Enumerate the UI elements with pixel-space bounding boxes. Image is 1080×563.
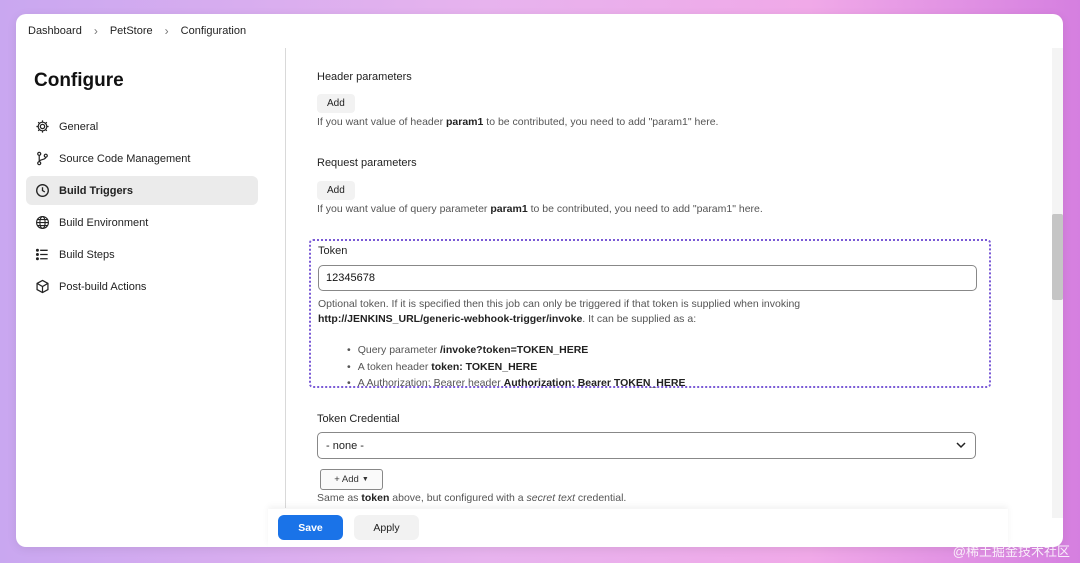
- list-item: A token header token: TOKEN_HERE: [347, 359, 685, 376]
- clock-icon: [34, 183, 50, 199]
- help-text: Query parameter: [357, 344, 440, 356]
- help-text: A token header: [357, 360, 432, 373]
- apply-button[interactable]: Apply: [354, 515, 419, 540]
- help-text: A Authorization: Bearer header: [357, 377, 504, 389]
- cube-icon: [34, 279, 50, 295]
- divider: [285, 48, 286, 508]
- watermark: @稀土掘金技术社区: [952, 544, 1070, 559]
- token-help: Optional token. If it is specified then …: [318, 297, 988, 327]
- help-text: If you want value of header: [317, 116, 446, 128]
- help-bold: token: TOKEN_HERE: [431, 360, 538, 373]
- help-text: If you want value of query parameter: [317, 203, 491, 215]
- help-bold: /invoke?token=TOKEN_HERE: [439, 344, 589, 356]
- breadcrumb-dashboard[interactable]: Dashboard: [28, 25, 82, 37]
- add-header-parameter-button[interactable]: Add: [317, 94, 355, 113]
- save-button[interactable]: Save: [278, 515, 343, 540]
- scrollbar-thumb[interactable]: [1052, 214, 1063, 300]
- help-text: credential.: [574, 492, 627, 504]
- list-icon: [34, 247, 50, 263]
- help-italic: secret text: [526, 492, 575, 504]
- form-footer: Save Apply: [268, 509, 1008, 547]
- chevron-right-icon: ›: [93, 24, 98, 38]
- header-parameters-label: Header parameters: [317, 71, 412, 83]
- help-bold: Authorization: Bearer TOKEN_HERE: [503, 377, 686, 389]
- token-credential-label: Token Credential: [317, 413, 400, 425]
- sidebar-item-build-steps[interactable]: Build Steps: [26, 240, 258, 269]
- gear-icon: [34, 119, 50, 135]
- token-credential-help: Same as token above, but configured with…: [317, 492, 626, 504]
- help-bold: token: [361, 492, 390, 504]
- header-parameters-help: If you want value of header param1 to be…: [317, 116, 718, 128]
- sidebar: Configure General Source Code Management…: [16, 48, 276, 547]
- sidebar-item-general[interactable]: General: [26, 112, 258, 141]
- breadcrumb-configuration[interactable]: Configuration: [181, 25, 246, 37]
- breadcrumb-petstore[interactable]: PetStore: [110, 25, 153, 37]
- select-value: - none -: [326, 439, 364, 452]
- request-parameters-help: If you want value of query parameter par…: [317, 203, 763, 215]
- button-label: + Add: [334, 474, 359, 485]
- token-url: http://JENKINS_URL/generic-webhook-trigg…: [318, 313, 583, 325]
- sidebar-item-label: Source Code Management: [59, 152, 191, 165]
- token-credential-select[interactable]: - none -: [317, 432, 976, 459]
- sidebar-item-build-triggers[interactable]: Build Triggers: [26, 176, 258, 205]
- help-bold: param1: [490, 203, 528, 215]
- help-text: Optional token. If it is specified then …: [318, 298, 801, 310]
- build-triggers-form: Header parameters Add If you want value …: [301, 48, 1001, 508]
- caret-down-icon: ▼: [361, 476, 369, 483]
- help-text: . It can be supplied as a:: [582, 313, 697, 325]
- globe-icon: [34, 215, 50, 231]
- help-text: Same as: [317, 492, 362, 504]
- sidebar-item-label: Post-build Actions: [59, 280, 147, 293]
- token-options-list: Query parameter /invoke?token=TOKEN_HERE…: [347, 342, 686, 392]
- list-item: A Authorization: Bearer header Authoriza…: [347, 375, 686, 392]
- help-text: to be contributed, you need to add "para…: [527, 203, 763, 215]
- help-text: above, but configured with a: [389, 492, 527, 504]
- chevron-down-icon: [956, 442, 966, 449]
- token-input[interactable]: [318, 265, 977, 291]
- token-section: Token Optional token. If it is specified…: [309, 239, 991, 389]
- sidebar-item-label: General: [59, 120, 99, 133]
- help-bold: param1: [446, 116, 484, 128]
- sidebar-item-post-build-actions[interactable]: Post-build Actions: [26, 272, 258, 301]
- branch-icon: [34, 151, 50, 167]
- token-label: Token: [318, 245, 348, 257]
- sidebar-item-build-environment[interactable]: Build Environment: [26, 208, 258, 237]
- list-item: Query parameter /invoke?token=TOKEN_HERE: [347, 342, 685, 359]
- page-title: Configure: [34, 70, 124, 91]
- sidebar-item-label: Build Triggers: [59, 184, 133, 197]
- sidebar-nav: General Source Code Management Build Tri…: [26, 112, 258, 304]
- help-text: to be contributed, you need to add "para…: [483, 116, 719, 128]
- request-parameters-label: Request parameters: [317, 157, 417, 169]
- sidebar-item-label: Build Steps: [59, 248, 115, 261]
- sidebar-item-label: Build Environment: [59, 216, 149, 229]
- sidebar-item-source-code-management[interactable]: Source Code Management: [26, 144, 258, 173]
- chevron-right-icon: ›: [164, 24, 169, 38]
- add-credential-button[interactable]: + Add ▼: [320, 469, 383, 490]
- breadcrumb: Dashboard › PetStore › Configuration: [16, 14, 1063, 48]
- add-request-parameter-button[interactable]: Add: [317, 181, 355, 200]
- scrollbar[interactable]: [1052, 48, 1063, 518]
- jenkins-window: Dashboard › PetStore › Configuration Con…: [16, 14, 1063, 547]
